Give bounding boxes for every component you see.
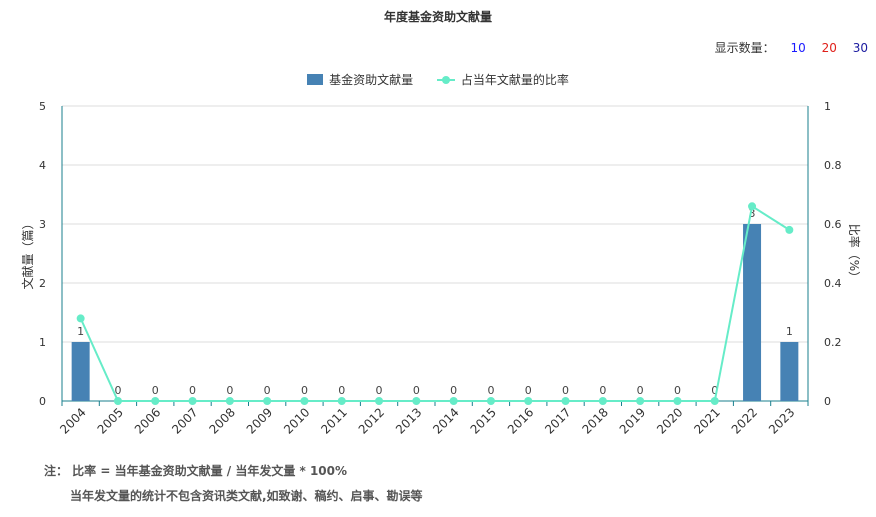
- x-tick-label: 2018: [579, 405, 610, 436]
- y-tick-label: 1: [39, 336, 46, 349]
- bar-value-label: 0: [376, 384, 383, 397]
- bar-value-label: 0: [562, 384, 569, 397]
- ratio-line: [79, 204, 790, 402]
- y2-tick-label: 0.8: [824, 159, 842, 172]
- x-tick-label: 2014: [430, 405, 461, 436]
- chart-area: 0 1 2 3 4 5 0 0.2 0.4 0.6 0.8 1 文献量（篇） 比率（%） 1 2004 0 200…: [20, 100, 862, 437]
- y2-tick-label: 0.4: [824, 277, 842, 290]
- x-tick-label: 2021: [691, 405, 722, 436]
- x-tick-label: 2008: [206, 405, 237, 436]
- bar-value-label: 0: [413, 384, 420, 397]
- x-tick-label: 2022: [729, 405, 760, 436]
- bar-value-label: 0: [189, 384, 196, 397]
- bar-value-label: 0: [599, 384, 606, 397]
- bar-value-label: 0: [674, 384, 681, 397]
- y-tick-label: 5: [39, 100, 46, 113]
- bar-value-label: 0: [487, 384, 494, 397]
- ratio-point: [598, 397, 607, 405]
- ratio-point: [561, 397, 570, 405]
- x-tick-label: 2006: [132, 405, 163, 436]
- y2-tick-label: 1: [824, 100, 831, 113]
- ratio-point: [748, 202, 757, 211]
- x-tick-label: 2005: [95, 405, 126, 436]
- ratio-point: [673, 397, 682, 405]
- note-ratio-formula: 注： 比率 = 当年基金资助文献量 / 当年发文量 * 100%: [44, 464, 348, 478]
- ratio-point: [524, 397, 533, 405]
- ratio-point: [636, 397, 645, 405]
- ratio-point: [486, 397, 495, 405]
- bar: [743, 224, 762, 401]
- ratio-point: [263, 397, 272, 405]
- y-axis-title: 文献量（篇）: [20, 217, 35, 289]
- ratio-point: [225, 397, 234, 405]
- y-tick-label: 0: [39, 395, 46, 408]
- y-tick-label: 4: [39, 159, 46, 172]
- ratio-point: [710, 397, 719, 405]
- bar: [780, 342, 799, 401]
- y2-tick-label: 0.2: [824, 336, 842, 349]
- bar-value-label: 0: [152, 384, 159, 397]
- ratio-point: [300, 397, 309, 405]
- bar-value-label: 1: [77, 325, 84, 338]
- x-tick-label: 2004: [57, 405, 88, 436]
- x-tick-label: 2010: [281, 405, 312, 436]
- bar-value-label: 0: [301, 384, 308, 397]
- bar-value-label: 0: [450, 384, 457, 397]
- y-tick-label: 3: [39, 218, 46, 231]
- x-tick-label: 2015: [468, 405, 499, 436]
- x-tick-label: 2020: [654, 405, 685, 436]
- note-statistics-scope: 当年发文量的统计不包含资讯类文献,如致谢、稿约、启事、勘误等: [70, 489, 423, 503]
- x-tick-label: 2009: [244, 405, 275, 436]
- x-tick-label: 2011: [318, 405, 349, 436]
- x-tick-label: 2007: [169, 405, 200, 436]
- ratio-point: [76, 314, 85, 323]
- x-tick-label: 2016: [505, 405, 536, 436]
- bar: [71, 342, 90, 401]
- bar-value-label: 1: [786, 325, 793, 338]
- x-tick-label: 2012: [356, 405, 387, 436]
- y-tick-label: 2: [39, 277, 46, 290]
- y2-tick-label: 0.6: [824, 218, 842, 231]
- x-tick-label: 2019: [617, 405, 648, 436]
- bar-value-label: 0: [525, 384, 532, 397]
- x-tick-label: 2023: [766, 405, 797, 436]
- bar-value-label: 0: [226, 384, 233, 397]
- y2-tick-label: 0: [824, 395, 831, 408]
- x-tick-label: 2017: [542, 405, 573, 436]
- ratio-point: [151, 397, 160, 405]
- bar-value-label: 0: [338, 384, 345, 397]
- ratio-point: [412, 397, 421, 405]
- ratio-point: [113, 397, 122, 405]
- ratio-point: [188, 397, 197, 405]
- ratio-point: [337, 397, 346, 405]
- ratio-point: [785, 225, 794, 234]
- bar-value-label: 0: [264, 384, 271, 397]
- bar-value-label: 0: [637, 384, 644, 397]
- x-tick-label: 2013: [393, 405, 424, 436]
- y2-axis-title: 比率（%）: [847, 224, 862, 283]
- ratio-point: [449, 397, 458, 405]
- ratio-point: [375, 397, 384, 405]
